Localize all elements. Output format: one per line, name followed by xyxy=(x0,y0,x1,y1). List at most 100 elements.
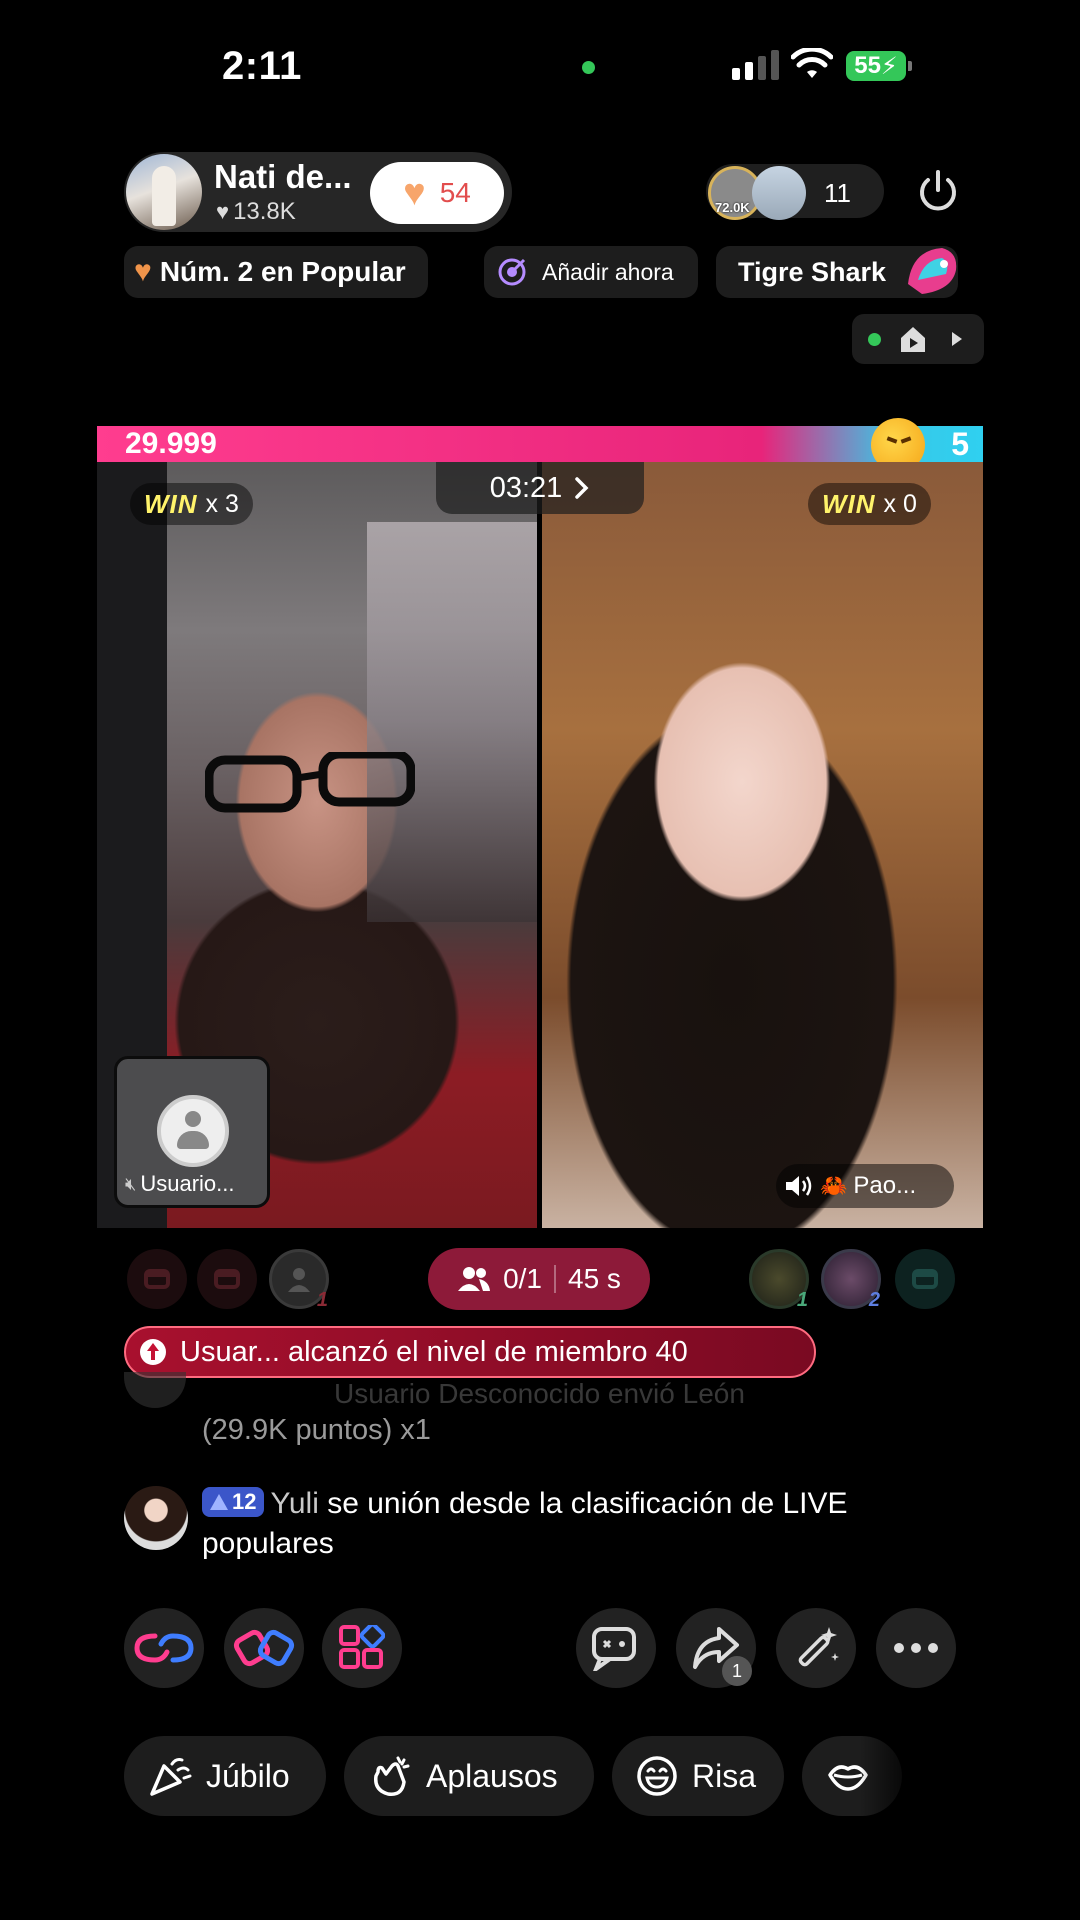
guest-avatar xyxy=(157,1095,229,1167)
guest-name: Usuario... xyxy=(140,1171,235,1196)
status-time: 2:11 xyxy=(222,44,302,88)
host-likes: ♥ 13.8K xyxy=(216,198,296,226)
faded-gift-message: Usuario Desconocido envió León xyxy=(124,1378,884,1404)
seat-icon xyxy=(144,1269,170,1289)
gift-chip[interactable]: Tigre Shark xyxy=(716,246,958,298)
infinity-link-icon xyxy=(134,1633,194,1663)
seat-user-right-2[interactable]: 2 xyxy=(821,1249,881,1311)
party-popper-icon xyxy=(150,1758,192,1796)
apps-grid-icon xyxy=(339,1625,385,1669)
mini-controls[interactable] xyxy=(852,314,984,364)
battery-level: 55 xyxy=(854,52,881,79)
level-badge-value: 12 xyxy=(232,1489,257,1514)
host-name: Nati de... xyxy=(214,158,352,195)
opponent-video[interactable] xyxy=(542,462,983,1228)
fan-count: 54 xyxy=(439,177,471,208)
add-now-chip[interactable]: Añadir ahora xyxy=(484,246,698,298)
separator xyxy=(554,1265,556,1293)
scroll-fade xyxy=(860,1736,920,1816)
host-likes-count: 13.8K xyxy=(233,198,296,225)
level-up-banner: Usuar... alcanzó el nivel de miembro 40 xyxy=(124,1326,816,1378)
power-icon[interactable] xyxy=(914,168,962,216)
more-features-button[interactable] xyxy=(322,1608,402,1688)
effects-button[interactable] xyxy=(776,1608,856,1688)
empty-seat-left-1[interactable] xyxy=(127,1249,187,1309)
guest-count-value: 0/1 xyxy=(503,1263,542,1294)
link-button[interactable] xyxy=(124,1608,204,1688)
wifi-icon xyxy=(791,48,833,78)
reaction-laugh[interactable]: Risa xyxy=(612,1736,784,1816)
viewer-avatar[interactable] xyxy=(752,166,806,220)
speaker-icon xyxy=(786,1176,812,1196)
popular-rank-label: Núm. 2 en Popular xyxy=(159,256,406,287)
heart-icon: ♥ xyxy=(403,172,426,214)
fan-club-button[interactable]: ♥ 54 xyxy=(370,162,504,224)
level-badge-icon xyxy=(210,1494,228,1510)
reaction-clap[interactable]: Aplausos xyxy=(344,1736,594,1816)
seat-rank: 2 xyxy=(868,1289,880,1311)
magic-wand-icon xyxy=(798,1627,839,1667)
share-count: 1 xyxy=(722,1656,752,1686)
reaction-cheer[interactable]: Júbilo xyxy=(124,1736,326,1816)
opponent-label[interactable]: 🦀 Pao... xyxy=(776,1164,954,1208)
score-left: 29.999 xyxy=(125,427,217,460)
reaction-laugh-label: Risa xyxy=(692,1757,757,1794)
empty-seat-right[interactable] xyxy=(895,1249,955,1309)
charging-icon: ⚡ xyxy=(880,52,898,80)
seat-rank: 1 xyxy=(316,1289,328,1311)
guest-name-row: 🔇︎ Usuario... xyxy=(125,1171,235,1197)
laughing-face-icon xyxy=(637,1756,677,1796)
gift-icon xyxy=(908,248,957,294)
cellular-signal-icon xyxy=(732,50,779,80)
users-icon xyxy=(458,1267,491,1291)
game-chat-icon xyxy=(592,1627,636,1671)
target-icon xyxy=(498,258,526,286)
viewer-count: 11 xyxy=(824,178,851,208)
chat-avatar[interactable] xyxy=(124,1486,188,1550)
chevron-right-icon xyxy=(575,477,589,499)
user-icon xyxy=(288,1268,310,1292)
empty-seat-left-2[interactable] xyxy=(197,1249,257,1309)
win-label: WIN xyxy=(144,488,198,519)
muted-speaker-icon: 🔇︎ xyxy=(125,1173,137,1194)
home-icon[interactable] xyxy=(898,324,928,354)
score-right: 5 xyxy=(951,426,969,462)
battle-icon xyxy=(233,1629,295,1667)
seat-user-right-1[interactable]: 1 xyxy=(749,1249,809,1311)
battery-indicator: 55 ⚡ xyxy=(846,51,912,81)
countdown-value: 45 s xyxy=(568,1263,621,1294)
seat-icon xyxy=(912,1269,938,1289)
seat-rank: 1 xyxy=(796,1289,808,1311)
battle-score-bar: 29.999 5 xyxy=(97,418,983,472)
level-up-text: Usuar... alcanzó el nivel de miembro 40 xyxy=(180,1335,688,1368)
battle-timer[interactable]: 03:21 xyxy=(436,462,644,514)
battle-button[interactable] xyxy=(224,1608,304,1688)
opponent-name: Pao... xyxy=(853,1172,917,1199)
win-streak-right: WIN x 0 xyxy=(808,483,931,525)
camera-indicator-dot xyxy=(582,61,595,74)
win-count-left: x 3 xyxy=(205,489,239,518)
expand-arrow-icon[interactable] xyxy=(952,332,962,346)
heart-icon: ♥ xyxy=(216,199,230,224)
more-options-button[interactable] xyxy=(876,1608,956,1688)
guest-tile[interactable]: 🔇︎ Usuario... xyxy=(114,1056,270,1208)
gift-points: (29.9K puntos) x1 xyxy=(202,1414,431,1446)
host-avatar[interactable] xyxy=(126,154,202,230)
reaction-cheer-label: Júbilo xyxy=(206,1757,290,1794)
guest-slot-counter[interactable]: 0/1 45 s xyxy=(428,1248,650,1310)
win-label: WIN xyxy=(822,488,876,519)
share-button[interactable]: 1 xyxy=(676,1608,756,1688)
ellipsis-icon xyxy=(894,1643,938,1653)
reaction-clap-label: Aplausos xyxy=(426,1757,558,1794)
clapping-hands-icon xyxy=(374,1756,410,1796)
popular-rank-chip[interactable]: ♥ Núm. 2 en Popular xyxy=(124,246,428,298)
gift-label: Tigre Shark xyxy=(738,256,887,287)
seat-user-left[interactable]: 1 xyxy=(269,1249,329,1311)
viewer-list[interactable]: 72.0K 11 xyxy=(706,164,884,220)
add-now-label: Añadir ahora xyxy=(542,258,674,285)
live-dot xyxy=(868,333,881,346)
timer-value: 03:21 xyxy=(489,471,563,504)
arrow-up-icon xyxy=(140,1339,166,1365)
game-chat-button[interactable] xyxy=(576,1608,656,1688)
chat-username[interactable]: Yuli xyxy=(270,1487,318,1520)
